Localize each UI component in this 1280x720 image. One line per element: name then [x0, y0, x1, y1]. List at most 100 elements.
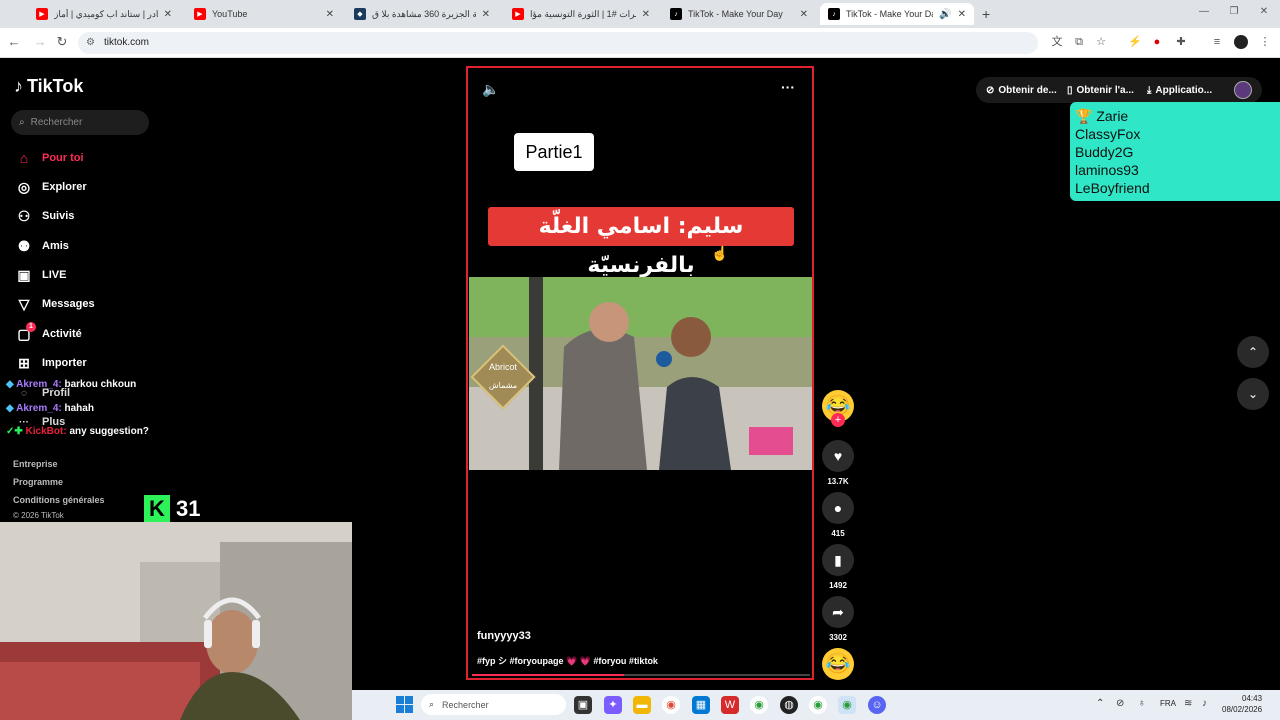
- office-icon[interactable]: W: [721, 696, 739, 714]
- speaker-icon[interactable]: ♪: [1202, 698, 1207, 709]
- browser-tab-3[interactable]: ◆ منصة الجزيرة 360 مشاهدة بلا ق ✕: [346, 3, 498, 25]
- share-count: 3302: [829, 633, 847, 642]
- file-explorer-icon[interactable]: ▬: [633, 696, 651, 714]
- sidebar-item-amis[interactable]: ⚉ Amis: [16, 236, 69, 256]
- bookmark-star-icon[interactable]: ☆: [1094, 35, 1108, 49]
- sidebar-item-messages[interactable]: ▽ Messages: [16, 294, 95, 314]
- new-tab-icon[interactable]: +: [982, 6, 990, 22]
- next-video-button[interactable]: ⌄: [1237, 378, 1269, 410]
- site-info-icon[interactable]: ⚙: [86, 32, 95, 54]
- video-progress-bar[interactable]: [472, 674, 810, 676]
- close-icon[interactable]: ✕: [326, 9, 334, 20]
- follow-plus-icon[interactable]: +: [831, 413, 845, 427]
- forward-icon[interactable]: →: [32, 34, 48, 50]
- search-input[interactable]: ⌕ Rechercher: [11, 110, 149, 135]
- search-placeholder: Rechercher: [30, 117, 83, 128]
- opera-icon[interactable]: ●: [1150, 35, 1164, 49]
- sidebar-item-pour-toi[interactable]: ⌂ Pour toi: [16, 148, 84, 168]
- browser-tab-4[interactable]: ▶ مؤامرات #1 | الثورة التونسية مؤا ✕: [504, 3, 658, 25]
- chrome-active-icon[interactable]: ◉: [838, 696, 856, 714]
- profile-avatar-icon[interactable]: [1234, 35, 1248, 49]
- chevron-up-icon: ⌃: [1247, 345, 1259, 359]
- get-coins-button[interactable]: ⊘ Obtenir de...: [986, 79, 1057, 101]
- sound-disc-icon[interactable]: 😂: [822, 648, 854, 680]
- like-button[interactable]: ♥: [822, 440, 854, 472]
- youtube-icon: ▶: [194, 8, 206, 20]
- copilot-icon[interactable]: ✦: [604, 696, 622, 714]
- language-indicator[interactable]: FRA: [1160, 699, 1176, 708]
- browser-tab-6-active[interactable]: ♪ TikTok - Make Your Day 🔊 ✕: [820, 3, 974, 25]
- abricot-sub-label: مشماش: [488, 381, 518, 390]
- sidebar-item-live[interactable]: ▣ LIVE: [16, 265, 66, 285]
- abricot-label: Abricot: [488, 362, 517, 372]
- store-icon[interactable]: ▦: [692, 696, 710, 714]
- chrome-profile-2-icon[interactable]: ◉: [809, 696, 827, 714]
- speaker-icon[interactable]: 🔊: [939, 9, 951, 20]
- more-options-icon[interactable]: ···: [781, 79, 795, 95]
- video-hashtags[interactable]: #fyp シ #foryoupage 💗 💗 #foryou #tiktok: [477, 654, 658, 667]
- close-icon[interactable]: ✕: [164, 9, 172, 20]
- tiktok-logo[interactable]: ♪ TikTok: [14, 76, 83, 97]
- url-field[interactable]: ⚙ tiktok.com: [78, 32, 1038, 54]
- search-icon: ⌕: [19, 117, 25, 128]
- menu-dots-icon[interactable]: ⋮: [1258, 35, 1272, 49]
- desktop-app-button[interactable]: ⤓ Applicatio...: [1147, 79, 1212, 101]
- sidebar-item-label: Pour toi: [42, 152, 84, 164]
- close-window-icon[interactable]: ✕: [1256, 6, 1272, 20]
- task-view-icon[interactable]: ▣: [574, 696, 592, 714]
- translate-icon[interactable]: 文: [1050, 35, 1064, 49]
- get-app-button[interactable]: ▯ Obtenir l'a...: [1067, 79, 1134, 101]
- home-icon: ⌂: [19, 150, 29, 166]
- comment-button[interactable]: ●: [822, 492, 854, 524]
- tab-title: TikTok - Make Your Day: [688, 9, 783, 19]
- chat-username: Akrem_4:: [16, 379, 62, 390]
- close-icon[interactable]: ✕: [482, 9, 490, 20]
- close-icon[interactable]: ✕: [958, 9, 966, 20]
- maximize-icon[interactable]: ❐: [1226, 6, 1242, 20]
- footer-link-conditions[interactable]: Conditions générales: [13, 495, 105, 505]
- sidebar-item-activite[interactable]: ▢ 1 Activité: [16, 321, 82, 344]
- like-count: 13.7K: [827, 477, 849, 486]
- discord-icon[interactable]: ☺: [868, 696, 886, 714]
- back-icon[interactable]: ←: [6, 34, 22, 50]
- video-author[interactable]: funyyyy33: [477, 630, 531, 642]
- wifi-icon[interactable]: ≋: [1184, 698, 1192, 709]
- tab-title: TikTok - Make Your Day: [846, 9, 934, 19]
- extension-icon[interactable]: ⚡: [1128, 35, 1142, 49]
- sidebar-item-importer[interactable]: ⊞ Importer: [16, 353, 87, 373]
- taskbar-search[interactable]: ⌕ Rechercher: [421, 694, 566, 715]
- logo-text: TikTok: [27, 76, 84, 96]
- chrome-profile-icon[interactable]: ◉: [750, 696, 768, 714]
- user-avatar[interactable]: [1234, 81, 1252, 99]
- previous-video-button[interactable]: ⌃: [1237, 336, 1269, 368]
- tiktok-note-icon: ♪: [14, 76, 23, 96]
- tray-chevron-icon[interactable]: ⌃: [1096, 698, 1104, 709]
- sidebar-item-explorer[interactable]: ◎ Explorer: [16, 177, 87, 197]
- sidebar-item-suivis[interactable]: ⚇ Suivis: [16, 206, 75, 226]
- browser-tab-1[interactable]: ▶ ميلا نادر | ستاند اب كوميدي | أماز ✕: [28, 3, 180, 25]
- leaderboard-entry: LeBoyfriend: [1075, 180, 1150, 196]
- browser-tab-2[interactable]: ▶ YouTube ✕: [186, 3, 342, 25]
- close-icon[interactable]: ✕: [800, 9, 808, 20]
- tray-network-icon[interactable]: ⊘: [1116, 698, 1124, 709]
- playlist-icon[interactable]: ≡: [1210, 35, 1224, 49]
- chat-username: KickBot:: [25, 426, 67, 437]
- chrome-icon[interactable]: ◉: [662, 696, 680, 714]
- chat-message: ◆ Akrem_4: hahah: [6, 403, 94, 414]
- close-icon[interactable]: ✕: [642, 9, 650, 20]
- tray-mic-icon[interactable]: ♁: [1138, 698, 1146, 709]
- puzzle-icon[interactable]: ✚: [1174, 35, 1188, 49]
- reload-icon[interactable]: ↻: [54, 34, 70, 50]
- share-button[interactable]: ➦: [822, 596, 854, 628]
- footer-link-programme[interactable]: Programme: [13, 477, 63, 487]
- phone-icon: ▯: [1067, 84, 1073, 96]
- windows-start-icon[interactable]: [396, 696, 413, 713]
- minimize-icon[interactable]: —: [1196, 6, 1212, 20]
- volume-icon[interactable]: 🔈: [482, 81, 499, 98]
- save-button[interactable]: ▮: [822, 544, 854, 576]
- taskbar-clock[interactable]: 04:43 08/02/2026: [1222, 693, 1262, 715]
- cast-icon[interactable]: ⧉: [1072, 35, 1086, 49]
- footer-link-entreprise[interactable]: Entreprise: [13, 459, 58, 469]
- browser-tab-5[interactable]: ♪ TikTok - Make Your Day ✕: [662, 3, 816, 25]
- app-icon[interactable]: ◍: [780, 696, 798, 714]
